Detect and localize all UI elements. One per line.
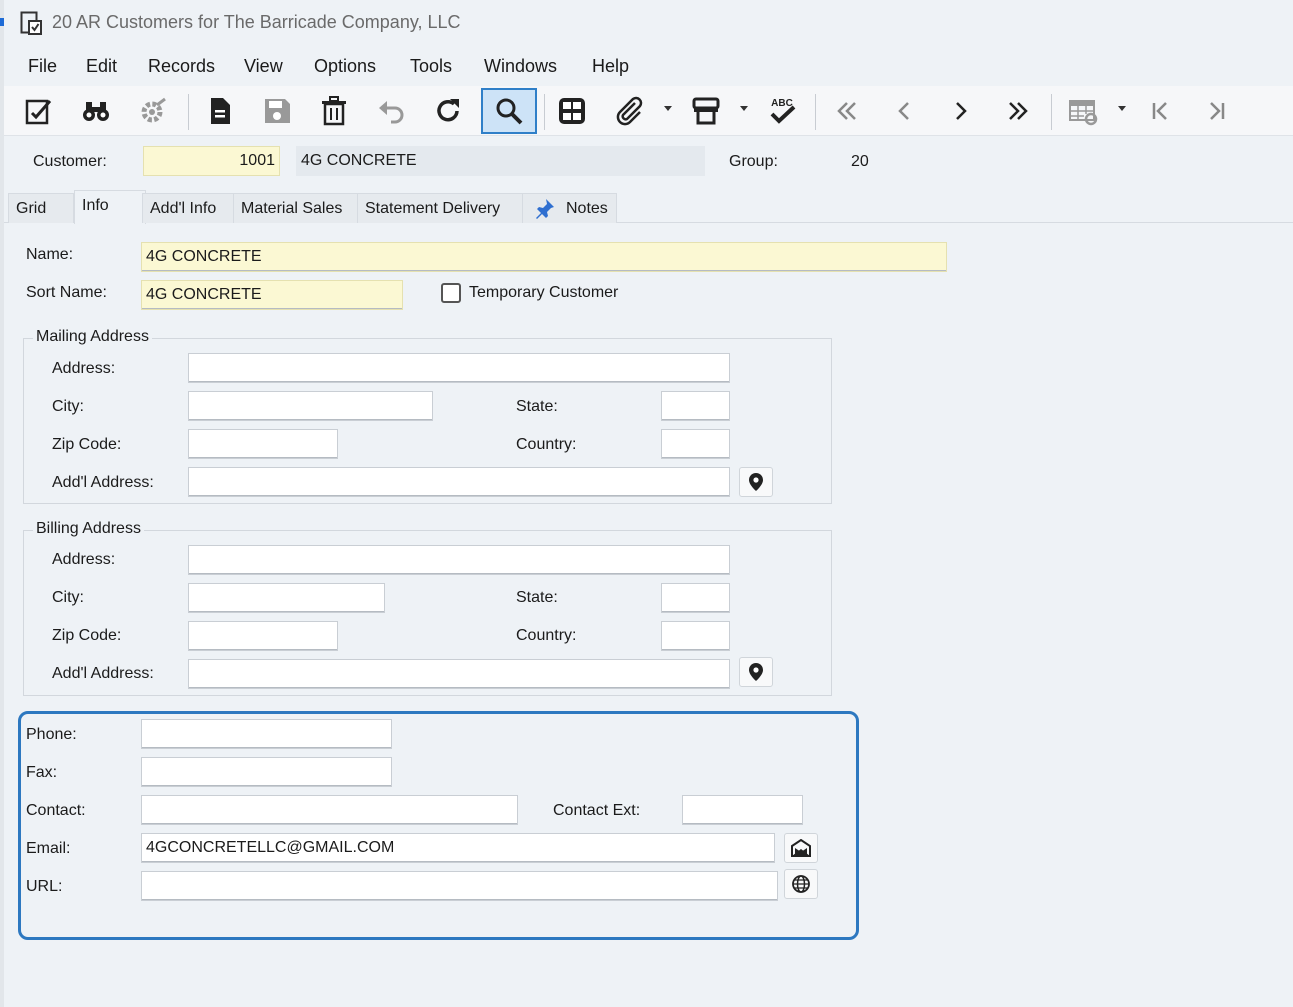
billing-country-label: Country: [516,627,577,644]
settings-gear-icon[interactable] [131,90,175,132]
pushpin-icon [535,198,555,225]
tab-notes[interactable]: Notes [522,193,617,223]
grid-settings-icon[interactable] [1061,90,1105,132]
billing-city-field[interactable] [188,583,385,613]
mailing-address-title: Mailing Address [33,328,152,346]
temporary-customer-checkbox[interactable] [441,283,461,303]
first-record-icon[interactable] [1138,90,1182,132]
new-document-icon[interactable] [198,90,242,132]
contact-label: Contact: [26,802,86,819]
billing-address-title: Billing Address [33,520,144,538]
menu-tools[interactable]: Tools [410,56,452,77]
group-value: 20 [851,153,869,170]
sort-name-field[interactable]: 4G CONCRETE [141,280,403,310]
window-left-edge [0,0,4,1007]
billing-zip-label: Zip Code: [52,627,122,644]
tab-grid[interactable]: Grid [8,193,74,223]
menu-edit[interactable]: Edit [86,56,117,77]
edit-icon[interactable] [17,90,61,132]
grid-icon[interactable] [550,90,594,132]
refresh-icon[interactable] [426,90,470,132]
spell-check-icon[interactable]: ABC [760,90,804,132]
toolbar: ABC [4,86,1293,136]
billing-country-field[interactable] [661,621,730,651]
name-label: Name: [26,246,74,263]
billing-address-label: Address: [52,551,116,568]
tab-material-sales[interactable]: Material Sales [233,193,358,223]
menu-help[interactable]: Help [592,56,629,77]
tab-statement-delivery[interactable]: Statement Delivery [357,193,523,223]
search-icon[interactable] [481,88,537,134]
email-label: Email: [26,840,71,857]
url-field[interactable] [141,871,778,901]
next-icon[interactable] [939,90,983,132]
customer-number-field[interactable]: 1001 [143,146,280,176]
mailing-addl-address-label: Add'l Address: [52,474,154,491]
undo-icon[interactable] [369,90,413,132]
binoculars-icon[interactable] [74,90,118,132]
sort-name-label: Sort Name: [26,284,107,301]
contact-ext-field[interactable] [682,795,803,825]
print-icon[interactable] [684,90,728,132]
previous-icon[interactable] [882,90,926,132]
fax-field[interactable] [141,757,392,787]
billing-addl-address-label: Add'l Address: [52,665,154,682]
billing-addl-address-field[interactable] [188,659,730,689]
billing-map-pin-icon[interactable] [739,657,773,687]
customer-name-display: 4G CONCRETE [296,146,705,176]
last-page-icon[interactable] [996,90,1040,132]
menu-options[interactable]: Options [314,56,376,77]
customer-label: Customer: [33,153,107,170]
billing-state-label: State: [516,589,558,606]
attachment-icon[interactable] [607,90,651,132]
app-icon [20,11,42,35]
menu-records[interactable]: Records [148,56,215,77]
last-record-icon[interactable] [1195,90,1239,132]
billing-state-field[interactable] [661,583,730,613]
save-icon[interactable] [255,90,299,132]
fax-label: Fax: [26,764,58,781]
mailing-state-label: State: [516,398,558,415]
billing-zip-field[interactable] [188,621,338,651]
phone-field[interactable] [141,719,392,749]
url-label: URL: [26,878,63,895]
delete-icon[interactable] [312,90,356,132]
mailing-map-pin-icon[interactable] [739,467,773,497]
menu-view[interactable]: View [244,56,283,77]
phone-label: Phone: [26,726,77,743]
tab-notes-label: Notes [566,200,608,217]
mailing-state-field[interactable] [661,391,730,421]
temporary-customer-label: Temporary Customer [469,284,619,301]
window-title: 20 AR Customers for The Barricade Compan… [52,12,461,32]
globe-icon[interactable] [784,869,818,899]
mailing-city-field[interactable] [188,391,433,421]
first-page-icon[interactable] [825,90,869,132]
mailing-address-field[interactable] [188,353,730,383]
billing-address-field[interactable] [188,545,730,575]
contact-field[interactable] [141,795,518,825]
menu-windows[interactable]: Windows [484,56,557,77]
tab-addl-info[interactable]: Add'l Info [142,193,234,223]
name-field[interactable]: 4G CONCRETE [141,242,947,272]
email-envelope-icon[interactable] [784,833,818,863]
mailing-country-field[interactable] [661,429,730,459]
contact-ext-label: Contact Ext: [553,802,641,819]
mailing-addl-address-field[interactable] [188,467,730,497]
mailing-zip-label: Zip Code: [52,436,122,453]
spell-check-label: ABC [771,98,793,109]
mailing-country-label: Country: [516,436,577,453]
email-field[interactable]: 4GCONCRETELLC@GMAIL.COM [141,833,775,863]
menu-file[interactable]: File [28,56,57,77]
mailing-city-label: City: [52,398,84,415]
billing-city-label: City: [52,589,84,606]
mailing-zip-field[interactable] [188,429,338,459]
mailing-address-label: Address: [52,360,116,377]
group-label: Group: [729,153,778,170]
tab-info[interactable]: Info [74,190,146,224]
